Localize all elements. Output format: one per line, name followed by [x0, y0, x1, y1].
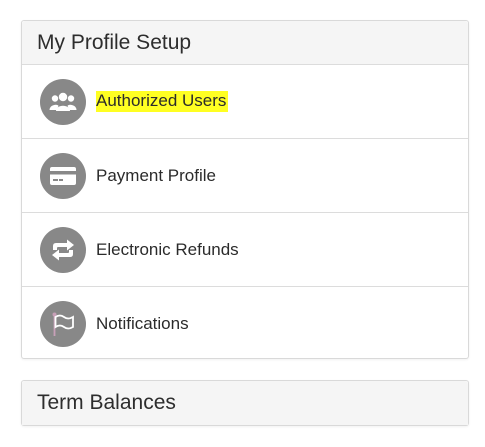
panel-title: My Profile Setup: [22, 21, 468, 65]
users-icon: [40, 78, 86, 125]
menu-item-label: Notifications: [96, 313, 189, 333]
menu-item-payment-profile[interactable]: Payment Profile: [22, 139, 468, 213]
credit-card-icon: [40, 152, 86, 199]
profile-setup-panel: My Profile Setup Authorized Users Paymen…: [21, 20, 469, 359]
menu-item-label: Payment Profile: [96, 165, 216, 185]
menu-item-label: Authorized Users: [96, 91, 229, 112]
menu-item-label: Electronic Refunds: [96, 239, 239, 259]
menu-item-notifications[interactable]: Notifications: [22, 287, 468, 360]
panel-title: Term Balances: [22, 381, 468, 425]
menu-item-authorized-users[interactable]: Authorized Users: [22, 65, 468, 139]
refresh-arrows-icon: [40, 226, 86, 273]
term-balances-panel[interactable]: Term Balances: [21, 380, 469, 426]
menu-item-electronic-refunds[interactable]: Electronic Refunds: [22, 213, 468, 287]
flag-icon: [40, 300, 86, 347]
